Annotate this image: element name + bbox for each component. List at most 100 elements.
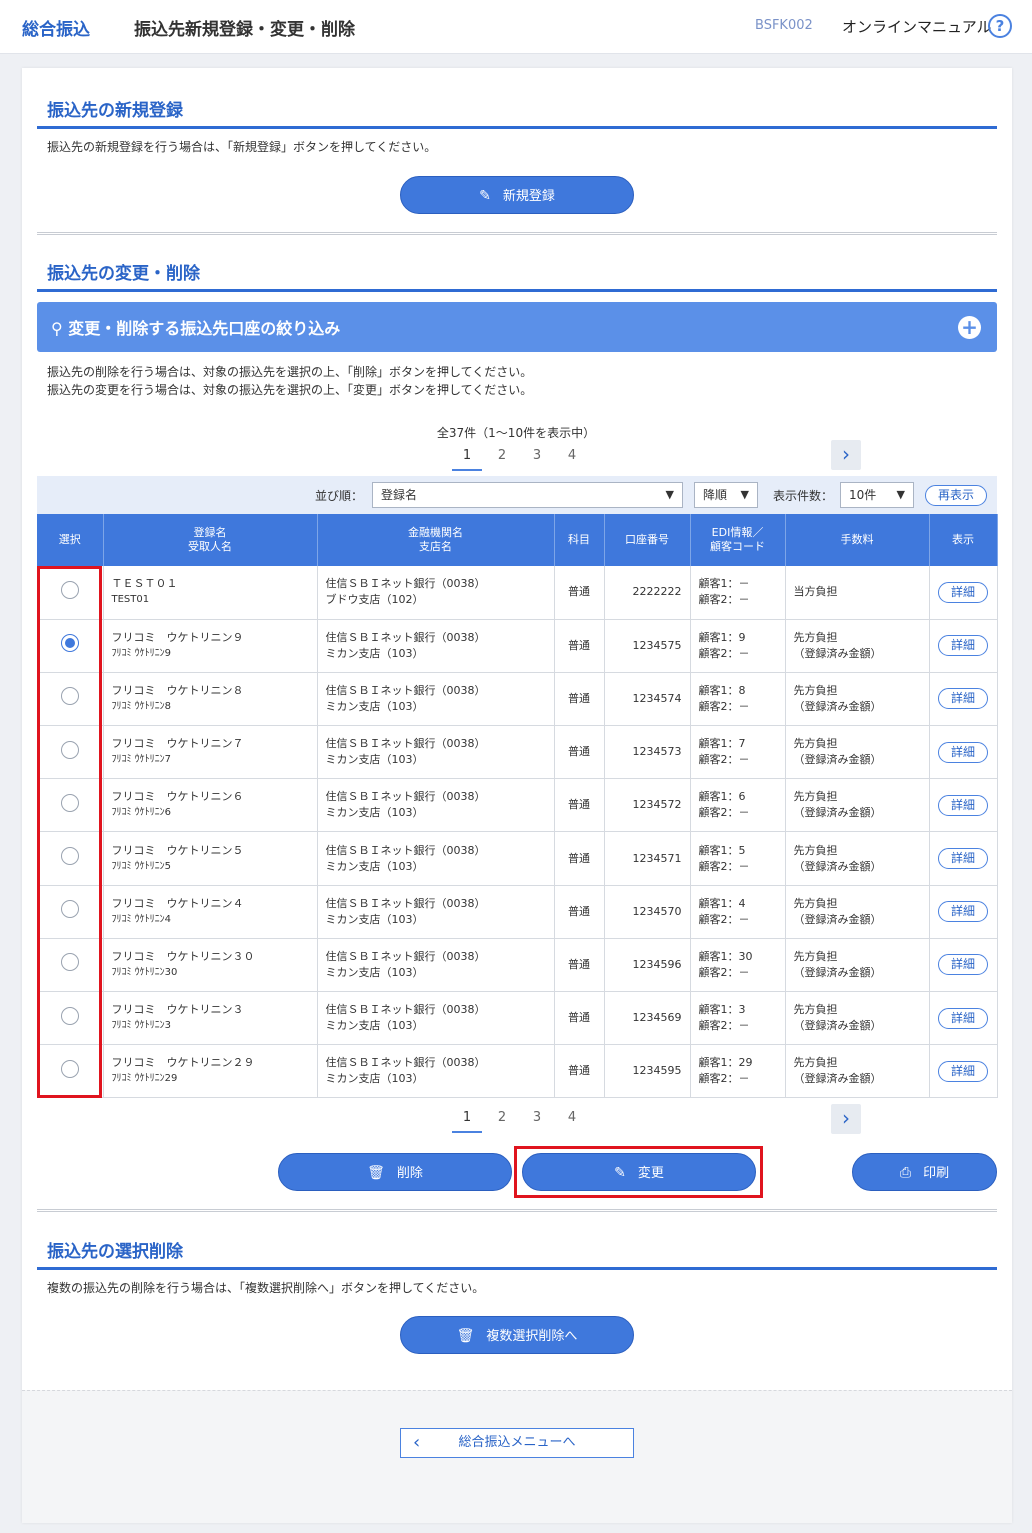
fee-sub: （登録済み金額） (793, 699, 882, 713)
change-note-line: 振込先の変更を行う場合は、対象の振込先を選択の上、「変更」ボタンを押してください… (47, 383, 533, 397)
table-row: フリコミ ウケトリニン２９ ﾌﾘｺﾐ ｳｹﾄﾘﾆﾝ29 住信ＳＢＩネット銀行（003… (37, 1044, 998, 1099)
table-row: フリコミ ウケトリニン５ ﾌﾘｺﾐ ｳｹﾄﾘﾆﾝ5 住信ＳＢＩネット銀行（0038）… (37, 831, 998, 886)
delete-button[interactable]: 🗑 削除 (278, 1153, 512, 1191)
edi-customer1: 顧客1：29 (698, 1056, 753, 1070)
name-cell: フリコミ ウケトリニン７ ﾌﾘｺﾐ ｳｹﾄﾘﾆﾝ7 (103, 725, 318, 780)
filter-accordion[interactable]: ⚲ 変更・削除する振込先口座の絞り込み + (37, 302, 997, 352)
new-registration-title: 振込先の新規登録 (47, 101, 183, 121)
account-type: 普通 (554, 566, 605, 620)
print-button[interactable]: ⎙ 印刷 (852, 1153, 997, 1191)
display-cell: 詳細 (929, 672, 998, 727)
order-value: 降順 (703, 488, 728, 502)
multi-delete-title: 振込先の選択削除 (47, 1242, 183, 1262)
name-cell: フリコミ ウケトリニン４ ﾌﾘｺﾐ ｳｹﾄﾘﾆﾝ4 (103, 885, 318, 939)
display-cell: 詳細 (929, 991, 998, 1046)
trash-icon: 🗑 (456, 1328, 475, 1344)
page-link[interactable]: 4 (557, 1105, 587, 1131)
bank-cell: 住信ＳＢＩネット銀行（0038） ブドウ支店（102） (317, 566, 555, 620)
chevron-left-icon: ‹ (413, 1432, 421, 1453)
edi-customer2: 顧客2：－ (698, 859, 750, 873)
payee-name: フリコミ ウケトリニン９ (111, 630, 244, 644)
account-number: 1234574 (604, 672, 691, 727)
page-link[interactable]: 1 (452, 1105, 482, 1133)
account-number: 2222222 (604, 566, 691, 620)
new-registration-button[interactable]: ✎ 新規登録 (400, 176, 634, 214)
column-fee: 手数料 (785, 514, 930, 566)
payee-name: フリコミ ウケトリニン８ (111, 683, 244, 697)
bank-name: 住信ＳＢＩネット銀行（0038） (325, 1003, 486, 1017)
back-label: 総合振込メニューへ (458, 1435, 576, 1450)
plus-icon[interactable]: + (958, 316, 981, 339)
edi-customer1: 顧客1：4 (698, 896, 746, 910)
screen-code: BSFK002 (755, 18, 813, 33)
fee-cell: 先方負担 （登録済み金額） (785, 938, 930, 993)
payee-kana: ﾌﾘｺﾐ ｳｹﾄﾘﾆﾝ29 (111, 1073, 178, 1085)
page-link[interactable]: 3 (522, 1105, 552, 1131)
bank-name: 住信ＳＢＩネット銀行（0038） (325, 737, 486, 751)
app-brand[interactable]: 総合振込 (22, 15, 90, 40)
name-cell: フリコミ ウケトリニン６ ﾌﾘｺﾐ ｳｹﾄﾘﾆﾝ6 (103, 778, 318, 833)
account-number: 1234571 (604, 831, 691, 886)
branch-name: ミカン支店（103） (325, 1072, 424, 1086)
detail-button[interactable]: 詳細 (938, 741, 988, 763)
account-type: 普通 (554, 938, 605, 993)
sort-select[interactable]: 登録名 ▼ (372, 482, 683, 508)
edit-delete-note: 振込先の削除を行う場合は、対象の振込先を選択の上、「削除」ボタンを押してください… (47, 363, 532, 399)
detail-button[interactable]: 詳細 (938, 848, 988, 870)
fee-cell: 先方負担 （登録済み金額） (785, 619, 930, 673)
chevron-right-icon[interactable]: › (831, 1104, 861, 1134)
edi-customer2: 顧客2：－ (698, 912, 750, 926)
detail-button[interactable]: 詳細 (938, 581, 988, 603)
payee-kana: ﾌﾘｺﾐ ｳｹﾄﾘﾆﾝ8 (111, 700, 172, 712)
fee-cell: 当方負担 (785, 566, 930, 620)
column-bank: 金融機関名 支店名 (317, 514, 555, 566)
redisplay-button[interactable]: 再表示 (925, 485, 987, 506)
help-icon[interactable]: ? (988, 14, 1012, 38)
fee-cell: 先方負担 （登録済み金額） (785, 991, 930, 1046)
multi-delete-note: 複数の振込先の削除を行う場合は、「複数選択削除へ」ボタンを押してください。 (47, 1281, 485, 1295)
fee-cell: 先方負担 （登録済み金額） (785, 725, 930, 780)
online-manual-link[interactable]: オンラインマニュアル (842, 16, 992, 37)
edi-customer1: 顧客1：3 (698, 1003, 746, 1017)
fee-cell: 先方負担 （登録済み金額） (785, 1044, 930, 1099)
detail-button[interactable]: 詳細 (938, 954, 988, 976)
payee-name: フリコミ ウケトリニン７ (111, 737, 244, 751)
section-underline (37, 1267, 997, 1270)
order-select[interactable]: 降順 ▼ (694, 482, 758, 508)
payee-kana: ﾌﾘｺﾐ ｳｹﾄﾘﾆﾝ6 (111, 807, 172, 819)
page-link[interactable]: 2 (487, 443, 517, 469)
detail-button[interactable]: 詳細 (938, 901, 988, 923)
multi-delete-button[interactable]: 🗑 複数選択削除へ (400, 1316, 634, 1354)
edi-customer1: 顧客1：9 (698, 630, 746, 644)
bank-name: 住信ＳＢＩネット銀行（0038） (325, 630, 486, 644)
detail-button[interactable]: 詳細 (938, 1060, 988, 1082)
table-row: フリコミ ウケトリニン８ ﾌﾘｺﾐ ｳｹﾄﾘﾆﾝ8 住信ＳＢＩネット銀行（0038）… (37, 672, 998, 727)
section-underline (37, 126, 997, 129)
edi-cell: 顧客1：30 顧客2：－ (690, 938, 786, 993)
pagination-bottom: 1234 (452, 1105, 592, 1133)
page-link[interactable]: 2 (487, 1105, 517, 1131)
column-bank-line2: 支店名 (419, 540, 452, 553)
page-title: 振込先新規登録・変更・削除 (134, 20, 355, 40)
detail-button[interactable]: 詳細 (938, 688, 988, 710)
bank-name: 住信ＳＢＩネット銀行（0038） (325, 843, 486, 857)
payee-name: フリコミ ウケトリニン４ (111, 896, 244, 910)
edi-customer1: 顧客1：7 (698, 737, 746, 751)
pagination-top: 1234 (452, 443, 592, 471)
branch-name: ミカン支店（103） (325, 1019, 424, 1033)
back-to-menu-button[interactable]: ‹ 総合振込メニューへ (400, 1428, 634, 1458)
chevron-right-icon[interactable]: › (831, 440, 861, 470)
bank-cell: 住信ＳＢＩネット銀行（0038） ミカン支店（103） (317, 938, 555, 993)
detail-button[interactable]: 詳細 (938, 1007, 988, 1029)
name-cell: フリコミ ウケトリニン５ ﾌﾘｺﾐ ｳｹﾄﾘﾆﾝ5 (103, 831, 318, 886)
edi-cell: 顧客1：8 顧客2：－ (690, 672, 786, 727)
column-name-line1: 登録名 (193, 526, 227, 539)
bank-name: 住信ＳＢＩネット銀行（0038） (325, 949, 486, 963)
page-link[interactable]: 3 (522, 443, 552, 469)
page-link[interactable]: 4 (557, 443, 587, 469)
per-page-select[interactable]: 10件 ▼ (840, 482, 914, 508)
detail-button[interactable]: 詳細 (938, 635, 988, 657)
page-link[interactable]: 1 (452, 443, 482, 471)
table-row: フリコミ ウケトリニン７ ﾌﾘｺﾐ ｳｹﾄﾘﾆﾝ7 住信ＳＢＩネット銀行（0038）… (37, 725, 998, 780)
detail-button[interactable]: 詳細 (938, 794, 988, 816)
